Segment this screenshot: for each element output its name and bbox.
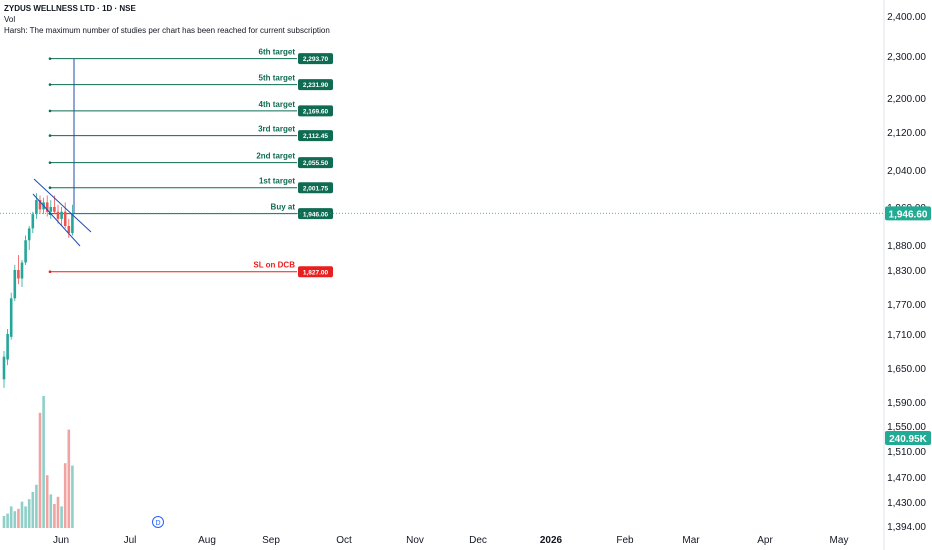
candle-body[interactable] (17, 270, 20, 279)
level-label: 6th target (259, 48, 296, 57)
volume-bar (63, 463, 67, 528)
price-chart[interactable]: 2,400.00 2,300.00 2,200.00 2,120.00 2,040.00… (0, 0, 932, 550)
symbol-title[interactable]: ZYDUS WELLNESS LTD · 1D · NSE (4, 4, 136, 14)
y-tick-label: 1,830.00 (887, 266, 926, 277)
y-tick-label: 2,120.00 (887, 128, 926, 139)
level-anchor-dot (48, 161, 52, 164)
x-tick-label: May (830, 535, 849, 546)
volume-bar (45, 475, 49, 528)
level-price-value: 2,112.45 (303, 133, 328, 140)
volume-bar (35, 484, 38, 528)
volume-bar (53, 504, 56, 528)
volume-bar (49, 494, 53, 528)
level-label: Buy at (271, 203, 296, 212)
subscription-message: Harsh: The maximum number of studies per… (4, 26, 330, 35)
volume-bar (13, 511, 17, 528)
level-price-value: 1,827.00 (303, 269, 329, 276)
dividend-marker-label: D (155, 520, 160, 527)
level-price-value: 2,055.50 (303, 160, 329, 167)
y-tick-label: 2,200.00 (887, 94, 926, 105)
x-tick-label: Feb (616, 535, 634, 546)
volume-bar (71, 465, 74, 528)
y-tick-label: 1,430.00 (887, 498, 926, 509)
level-label: 2nd target (256, 152, 295, 161)
x-tick-label: Dec (469, 535, 487, 546)
volume-legend: Vol (4, 15, 16, 24)
candle-body[interactable] (6, 334, 9, 360)
level-price-value: 1,946.00 (303, 211, 329, 218)
x-tick-label: Jul (124, 535, 137, 546)
level-anchor-dot (48, 109, 52, 113)
volume-bar (9, 506, 13, 528)
x-tick-label: 2026 (540, 535, 563, 546)
volume-bar (60, 506, 63, 528)
candle-body[interactable] (71, 213, 74, 234)
volume-bar (38, 412, 42, 528)
x-tick-label: Oct (336, 535, 352, 546)
level-price-value: 2,231.90 (303, 82, 329, 89)
current-price-value: 1,946.60 (889, 209, 928, 220)
x-tick-label: Aug (198, 535, 216, 546)
candle-body[interactable] (63, 211, 67, 226)
volume-bar (42, 396, 45, 528)
volume-bar (31, 492, 35, 528)
candle-body[interactable] (49, 207, 53, 212)
level-label: 5th target (259, 74, 296, 83)
level-price-value: 2,001.75 (303, 185, 329, 192)
level-price-value: 2,293.70 (303, 56, 329, 63)
volume-value: 240.95K (889, 434, 928, 445)
candle-body[interactable] (9, 298, 13, 337)
candle-body[interactable] (27, 228, 31, 241)
level-label: 4th target (259, 100, 296, 109)
y-tick-label: 2,300.00 (887, 52, 926, 63)
x-tick-label: Mar (682, 535, 700, 546)
candle-body[interactable] (2, 356, 6, 380)
volume-bar (20, 501, 24, 528)
candle-body[interactable] (20, 262, 24, 279)
y-tick-label: 1,590.00 (887, 398, 926, 409)
level-price-value: 2,169.60 (303, 109, 329, 116)
candle-body[interactable] (35, 200, 38, 215)
volume-bar (56, 496, 60, 528)
candle-body[interactable] (53, 207, 56, 212)
volume-bar (67, 429, 71, 528)
x-tick-label: Nov (406, 535, 424, 546)
level-label: 1st target (259, 177, 295, 186)
candle-body[interactable] (13, 270, 17, 299)
y-tick-label: 1,770.00 (887, 300, 926, 311)
level-label: 3rd target (258, 125, 295, 134)
y-tick-label: 1,394.00 (887, 522, 926, 533)
candle-body[interactable] (56, 211, 60, 219)
y-tick-label: 1,710.00 (887, 330, 926, 341)
level-anchor-dot (48, 57, 52, 60)
y-tick-label: 1,880.00 (887, 241, 926, 252)
volume-bar (27, 499, 31, 528)
candle-body[interactable] (31, 214, 35, 229)
level-anchor-dot (48, 134, 52, 137)
volume-bar (17, 508, 20, 528)
level-label: SL on DCB (253, 261, 295, 270)
y-tick-label: 1,510.00 (887, 447, 926, 458)
x-tick-label: Sep (262, 535, 280, 546)
y-tick-label: 2,400.00 (887, 12, 926, 23)
y-tick-label: 2,040.00 (887, 166, 926, 177)
y-tick-label: 1,650.00 (887, 364, 926, 375)
y-tick-label: 1,470.00 (887, 473, 926, 484)
x-tick-label: Apr (757, 535, 773, 546)
volume-bar (6, 513, 9, 528)
level-anchor-dot (48, 270, 52, 274)
volume-bar (24, 506, 27, 528)
volume-bar (2, 516, 6, 528)
level-anchor-dot (48, 83, 52, 86)
candle-body[interactable] (60, 211, 63, 219)
candle-body[interactable] (24, 240, 27, 263)
x-tick-label: Jun (53, 535, 69, 546)
level-anchor-dot (48, 186, 52, 189)
